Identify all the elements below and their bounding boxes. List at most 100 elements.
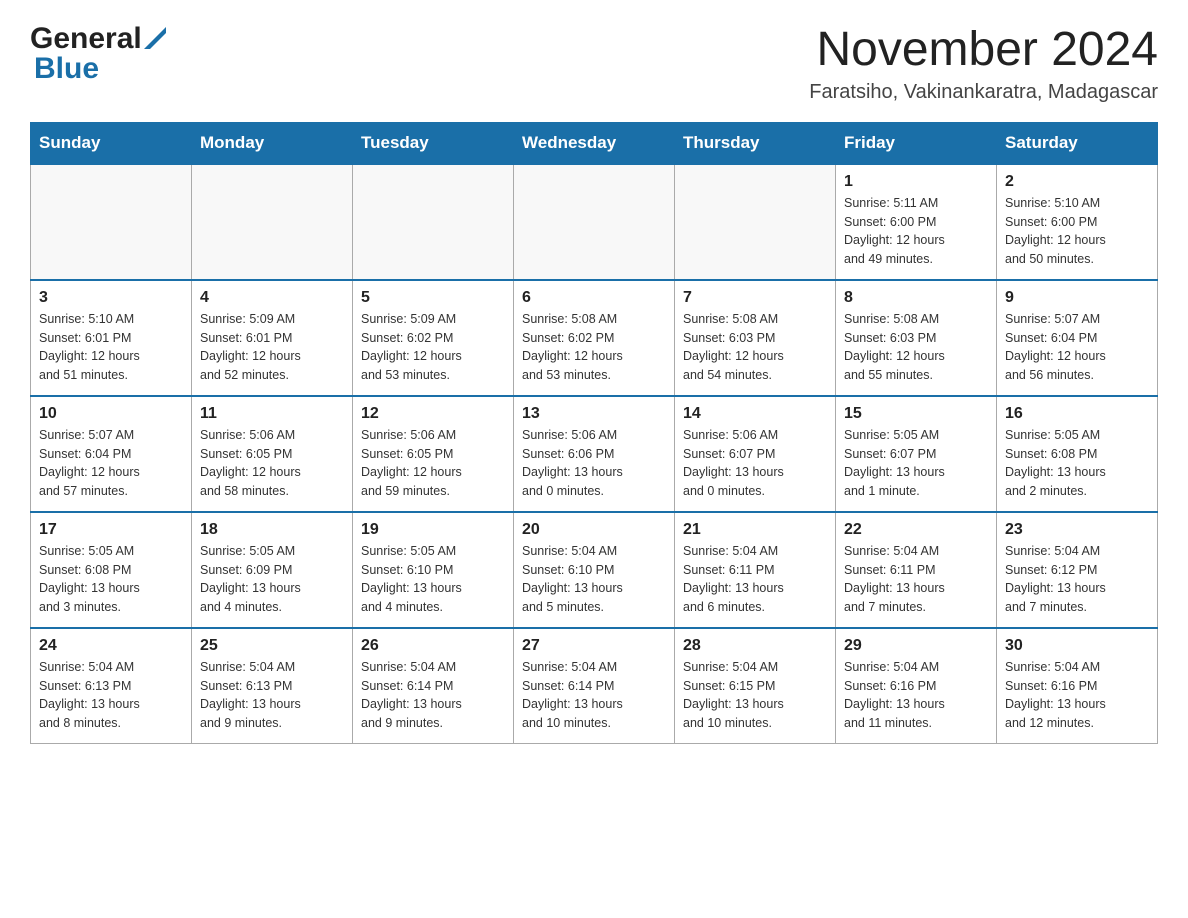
- calendar-header-sunday: Sunday: [31, 122, 192, 164]
- day-info: Sunrise: 5:05 AMSunset: 6:08 PMDaylight:…: [1005, 426, 1149, 501]
- calendar-week-row-2: 3Sunrise: 5:10 AMSunset: 6:01 PMDaylight…: [31, 280, 1158, 396]
- day-info: Sunrise: 5:04 AMSunset: 6:14 PMDaylight:…: [361, 658, 505, 733]
- day-info: Sunrise: 5:04 AMSunset: 6:13 PMDaylight:…: [200, 658, 344, 733]
- day-info: Sunrise: 5:05 AMSunset: 6:07 PMDaylight:…: [844, 426, 988, 501]
- calendar-cell: [353, 164, 514, 280]
- day-number: 17: [39, 521, 183, 539]
- calendar-cell: 13Sunrise: 5:06 AMSunset: 6:06 PMDayligh…: [514, 396, 675, 512]
- day-info: Sunrise: 5:08 AMSunset: 6:03 PMDaylight:…: [683, 310, 827, 385]
- calendar-cell: 6 Sunrise: 5:08 AMSunset: 6:02 PMDaylight…: [514, 280, 675, 396]
- calendar-cell: 20 Sunrise: 5:04 AMSunset: 6:10 PMDayligh…: [514, 512, 675, 628]
- day-info: Sunrise: 5:04 AMSunset: 6:11 PMDaylight:…: [844, 542, 988, 617]
- calendar-header-friday: Friday: [836, 122, 997, 164]
- calendar-cell: 11 Sunrise: 5:06 AMSunset: 6:05 PMDayligh…: [192, 396, 353, 512]
- day-info: Sunrise: 5:08 AMSunset: 6:03 PMDaylight:…: [844, 310, 988, 385]
- calendar-header-saturday: Saturday: [997, 122, 1158, 164]
- day-info: Sunrise: 5:06 AMSunset: 6:05 PMDaylight:…: [361, 426, 505, 501]
- day-number: 2: [1005, 173, 1149, 191]
- calendar-cell: 16 Sunrise: 5:05 AMSunset: 6:08 PMDayligh…: [997, 396, 1158, 512]
- day-info: Sunrise: 5:04 AMSunset: 6:14 PMDaylight:…: [522, 658, 666, 733]
- day-info: Sunrise: 5:07 AMSunset: 6:04 PMDaylight:…: [39, 426, 183, 501]
- day-number: 12: [361, 405, 505, 423]
- day-number: 9: [1005, 289, 1149, 307]
- calendar-header-thursday: Thursday: [675, 122, 836, 164]
- calendar-cell: 25 Sunrise: 5:04 AMSunset: 6:13 PMDayligh…: [192, 628, 353, 744]
- calendar-cell: 4Sunrise: 5:09 AMSunset: 6:01 PMDaylight…: [192, 280, 353, 396]
- day-number: 6: [522, 289, 666, 307]
- calendar-cell: 26 Sunrise: 5:04 AMSunset: 6:14 PMDayligh…: [353, 628, 514, 744]
- day-info: Sunrise: 5:06 AMSunset: 6:05 PMDaylight:…: [200, 426, 344, 501]
- day-number: 26: [361, 637, 505, 655]
- day-info: Sunrise: 5:09 AMSunset: 6:02 PMDaylight:…: [361, 310, 505, 385]
- day-number: 16: [1005, 405, 1149, 423]
- day-number: 1: [844, 173, 988, 191]
- day-info: Sunrise: 5:05 AMSunset: 6:08 PMDaylight:…: [39, 542, 183, 617]
- logo: General Blue: [30, 24, 166, 84]
- day-number: 25: [200, 637, 344, 655]
- day-info: Sunrise: 5:06 AMSunset: 6:06 PMDaylight:…: [522, 426, 666, 501]
- day-number: 24: [39, 637, 183, 655]
- day-number: 19: [361, 521, 505, 539]
- calendar-cell: 24 Sunrise: 5:04 AMSunset: 6:13 PMDayligh…: [31, 628, 192, 744]
- calendar-cell: 12 Sunrise: 5:06 AMSunset: 6:05 PMDayligh…: [353, 396, 514, 512]
- day-number: 18: [200, 521, 344, 539]
- calendar-header-wednesday: Wednesday: [514, 122, 675, 164]
- day-number: 23: [1005, 521, 1149, 539]
- day-info: Sunrise: 5:04 AMSunset: 6:16 PMDaylight:…: [844, 658, 988, 733]
- day-number: 7: [683, 289, 827, 307]
- day-info: Sunrise: 5:05 AMSunset: 6:10 PMDaylight:…: [361, 542, 505, 617]
- calendar-week-row-4: 17 Sunrise: 5:05 AMSunset: 6:08 PMDayligh…: [31, 512, 1158, 628]
- calendar-cell: 2Sunrise: 5:10 AMSunset: 6:00 PMDaylight…: [997, 164, 1158, 280]
- calendar-week-row-5: 24 Sunrise: 5:04 AMSunset: 6:13 PMDayligh…: [31, 628, 1158, 744]
- calendar-cell: 30Sunrise: 5:04 AMSunset: 6:16 PMDayligh…: [997, 628, 1158, 744]
- calendar-week-row-3: 10Sunrise: 5:07 AMSunset: 6:04 PMDayligh…: [31, 396, 1158, 512]
- calendar-cell: 19 Sunrise: 5:05 AMSunset: 6:10 PMDayligh…: [353, 512, 514, 628]
- calendar-cell: [675, 164, 836, 280]
- calendar-cell: 8 Sunrise: 5:08 AMSunset: 6:03 PMDaylight…: [836, 280, 997, 396]
- calendar-week-row-1: 1 Sunrise: 5:11 AMSunset: 6:00 PMDaylight…: [31, 164, 1158, 280]
- calendar-table: SundayMondayTuesdayWednesdayThursdayFrid…: [30, 122, 1158, 744]
- calendar-cell: 29 Sunrise: 5:04 AMSunset: 6:16 PMDayligh…: [836, 628, 997, 744]
- calendar-cell: 17 Sunrise: 5:05 AMSunset: 6:08 PMDayligh…: [31, 512, 192, 628]
- day-info: Sunrise: 5:04 AMSunset: 6:11 PMDaylight:…: [683, 542, 827, 617]
- day-info: Sunrise: 5:04 AMSunset: 6:16 PMDaylight:…: [1005, 658, 1149, 733]
- day-info: Sunrise: 5:04 AMSunset: 6:10 PMDaylight:…: [522, 542, 666, 617]
- day-number: 22: [844, 521, 988, 539]
- day-info: Sunrise: 5:04 AMSunset: 6:13 PMDaylight:…: [39, 658, 183, 733]
- calendar-cell: 27 Sunrise: 5:04 AMSunset: 6:14 PMDayligh…: [514, 628, 675, 744]
- day-number: 27: [522, 637, 666, 655]
- day-number: 5: [361, 289, 505, 307]
- calendar-cell: 14 Sunrise: 5:06 AMSunset: 6:07 PMDayligh…: [675, 396, 836, 512]
- calendar-cell: [31, 164, 192, 280]
- calendar-cell: 15Sunrise: 5:05 AMSunset: 6:07 PMDayligh…: [836, 396, 997, 512]
- calendar-cell: 10Sunrise: 5:07 AMSunset: 6:04 PMDayligh…: [31, 396, 192, 512]
- calendar-cell: 18Sunrise: 5:05 AMSunset: 6:09 PMDayligh…: [192, 512, 353, 628]
- calendar-cell: 3Sunrise: 5:10 AMSunset: 6:01 PMDaylight…: [31, 280, 192, 396]
- day-info: Sunrise: 5:10 AMSunset: 6:01 PMDaylight:…: [39, 310, 183, 385]
- day-number: 29: [844, 637, 988, 655]
- day-info: Sunrise: 5:04 AMSunset: 6:12 PMDaylight:…: [1005, 542, 1149, 617]
- calendar-cell: [192, 164, 353, 280]
- day-number: 14: [683, 405, 827, 423]
- day-number: 11: [200, 405, 344, 423]
- day-number: 20: [522, 521, 666, 539]
- logo-triangle-icon: [144, 27, 166, 49]
- day-info: Sunrise: 5:08 AMSunset: 6:02 PMDaylight:…: [522, 310, 666, 385]
- calendar-header-monday: Monday: [192, 122, 353, 164]
- day-info: Sunrise: 5:11 AMSunset: 6:00 PMDaylight:…: [844, 194, 988, 269]
- calendar-cell: 28Sunrise: 5:04 AMSunset: 6:15 PMDayligh…: [675, 628, 836, 744]
- calendar-cell: 9Sunrise: 5:07 AMSunset: 6:04 PMDaylight…: [997, 280, 1158, 396]
- day-info: Sunrise: 5:06 AMSunset: 6:07 PMDaylight:…: [683, 426, 827, 501]
- page-subtitle: Faratsiho, Vakinankaratra, Madagascar: [809, 81, 1158, 104]
- calendar-header-row: SundayMondayTuesdayWednesdayThursdayFrid…: [31, 122, 1158, 164]
- calendar-header-tuesday: Tuesday: [353, 122, 514, 164]
- title-area: November 2024 Faratsiho, Vakinankaratra,…: [809, 24, 1158, 104]
- day-number: 4: [200, 289, 344, 307]
- page-title: November 2024: [809, 24, 1158, 77]
- logo-general-text: General: [30, 24, 142, 54]
- header: General Blue November 2024 Faratsiho, Va…: [30, 24, 1158, 104]
- calendar-cell: 21Sunrise: 5:04 AMSunset: 6:11 PMDayligh…: [675, 512, 836, 628]
- calendar-cell: 7 Sunrise: 5:08 AMSunset: 6:03 PMDaylight…: [675, 280, 836, 396]
- day-number: 8: [844, 289, 988, 307]
- day-info: Sunrise: 5:04 AMSunset: 6:15 PMDaylight:…: [683, 658, 827, 733]
